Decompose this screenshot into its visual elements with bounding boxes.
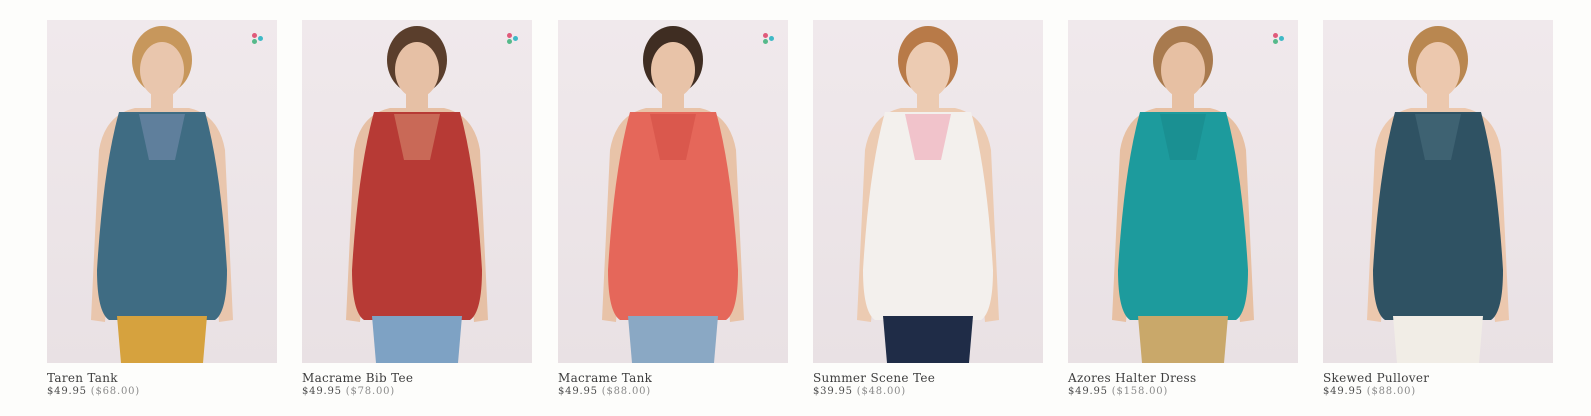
- sale-price: $49.95: [1068, 386, 1108, 397]
- swatch-dot: [258, 36, 263, 41]
- model-photo: [91, 26, 233, 363]
- sale-price: $49.95: [558, 386, 598, 397]
- product-price: $49.95 ($88.00): [558, 386, 788, 398]
- product-image[interactable]: [302, 20, 532, 363]
- product-name[interactable]: Macrame Bib Tee: [302, 372, 532, 385]
- sale-price: $49.95: [47, 386, 87, 397]
- product-card[interactable]: Skewed Pullover $49.95 ($88.00): [1323, 20, 1553, 398]
- product-card[interactable]: Summer Scene Tee $39.95 ($48.00): [813, 20, 1043, 398]
- product-price: $39.95 ($48.00): [813, 386, 1043, 398]
- original-price: ($68.00): [90, 386, 140, 397]
- sale-price: $49.95: [1323, 386, 1363, 397]
- product-price: $49.95 ($158.00): [1068, 386, 1298, 398]
- original-price: ($88.00): [1366, 386, 1416, 397]
- model-photo: [602, 26, 744, 363]
- product-name[interactable]: Macrame Tank: [558, 372, 788, 385]
- product-card[interactable]: Taren Tank $49.95 ($68.00): [47, 20, 277, 398]
- product-name[interactable]: Taren Tank: [47, 372, 277, 385]
- color-swatch-icon[interactable]: [1273, 33, 1285, 45]
- color-swatch-icon[interactable]: [252, 33, 264, 45]
- swatch-dot: [1273, 39, 1278, 44]
- product-name[interactable]: Summer Scene Tee: [813, 372, 1043, 385]
- product-image[interactable]: [1323, 20, 1553, 363]
- swatch-dot: [763, 33, 768, 38]
- original-price: ($48.00): [856, 386, 906, 397]
- product-card[interactable]: Macrame Tank $49.95 ($88.00): [558, 20, 788, 398]
- product-price: $49.95 ($88.00): [1323, 386, 1553, 398]
- product-image[interactable]: [558, 20, 788, 363]
- model-photo: [1112, 26, 1254, 363]
- swatch-dot: [763, 39, 768, 44]
- original-price: ($88.00): [601, 386, 651, 397]
- swatch-dot: [769, 36, 774, 41]
- swatch-dot: [507, 39, 512, 44]
- product-name[interactable]: Skewed Pullover: [1323, 372, 1553, 385]
- product-image[interactable]: [1068, 20, 1298, 363]
- swatch-dot: [252, 33, 257, 38]
- model-photo: [1367, 26, 1509, 363]
- original-price: ($78.00): [345, 386, 395, 397]
- sale-price: $49.95: [302, 386, 342, 397]
- swatch-dot: [513, 36, 518, 41]
- product-price: $49.95 ($78.00): [302, 386, 532, 398]
- product-card[interactable]: Azores Halter Dress $49.95 ($158.00): [1068, 20, 1298, 398]
- color-swatch-icon[interactable]: [763, 33, 775, 45]
- sale-price: $39.95: [813, 386, 853, 397]
- product-image[interactable]: [47, 20, 277, 363]
- swatch-dot: [1273, 33, 1278, 38]
- model-photo: [346, 26, 488, 363]
- swatch-dot: [507, 33, 512, 38]
- product-name[interactable]: Azores Halter Dress: [1068, 372, 1298, 385]
- original-price: ($158.00): [1111, 386, 1169, 397]
- product-image[interactable]: [813, 20, 1043, 363]
- swatch-dot: [252, 39, 257, 44]
- model-photo: [857, 26, 999, 363]
- swatch-dot: [1279, 36, 1284, 41]
- product-grid: Taren Tank $49.95 ($68.00) Macrame Bib T…: [0, 0, 1591, 416]
- color-swatch-icon[interactable]: [507, 33, 519, 45]
- product-price: $49.95 ($68.00): [47, 386, 277, 398]
- product-card[interactable]: Macrame Bib Tee $49.95 ($78.00): [302, 20, 532, 398]
